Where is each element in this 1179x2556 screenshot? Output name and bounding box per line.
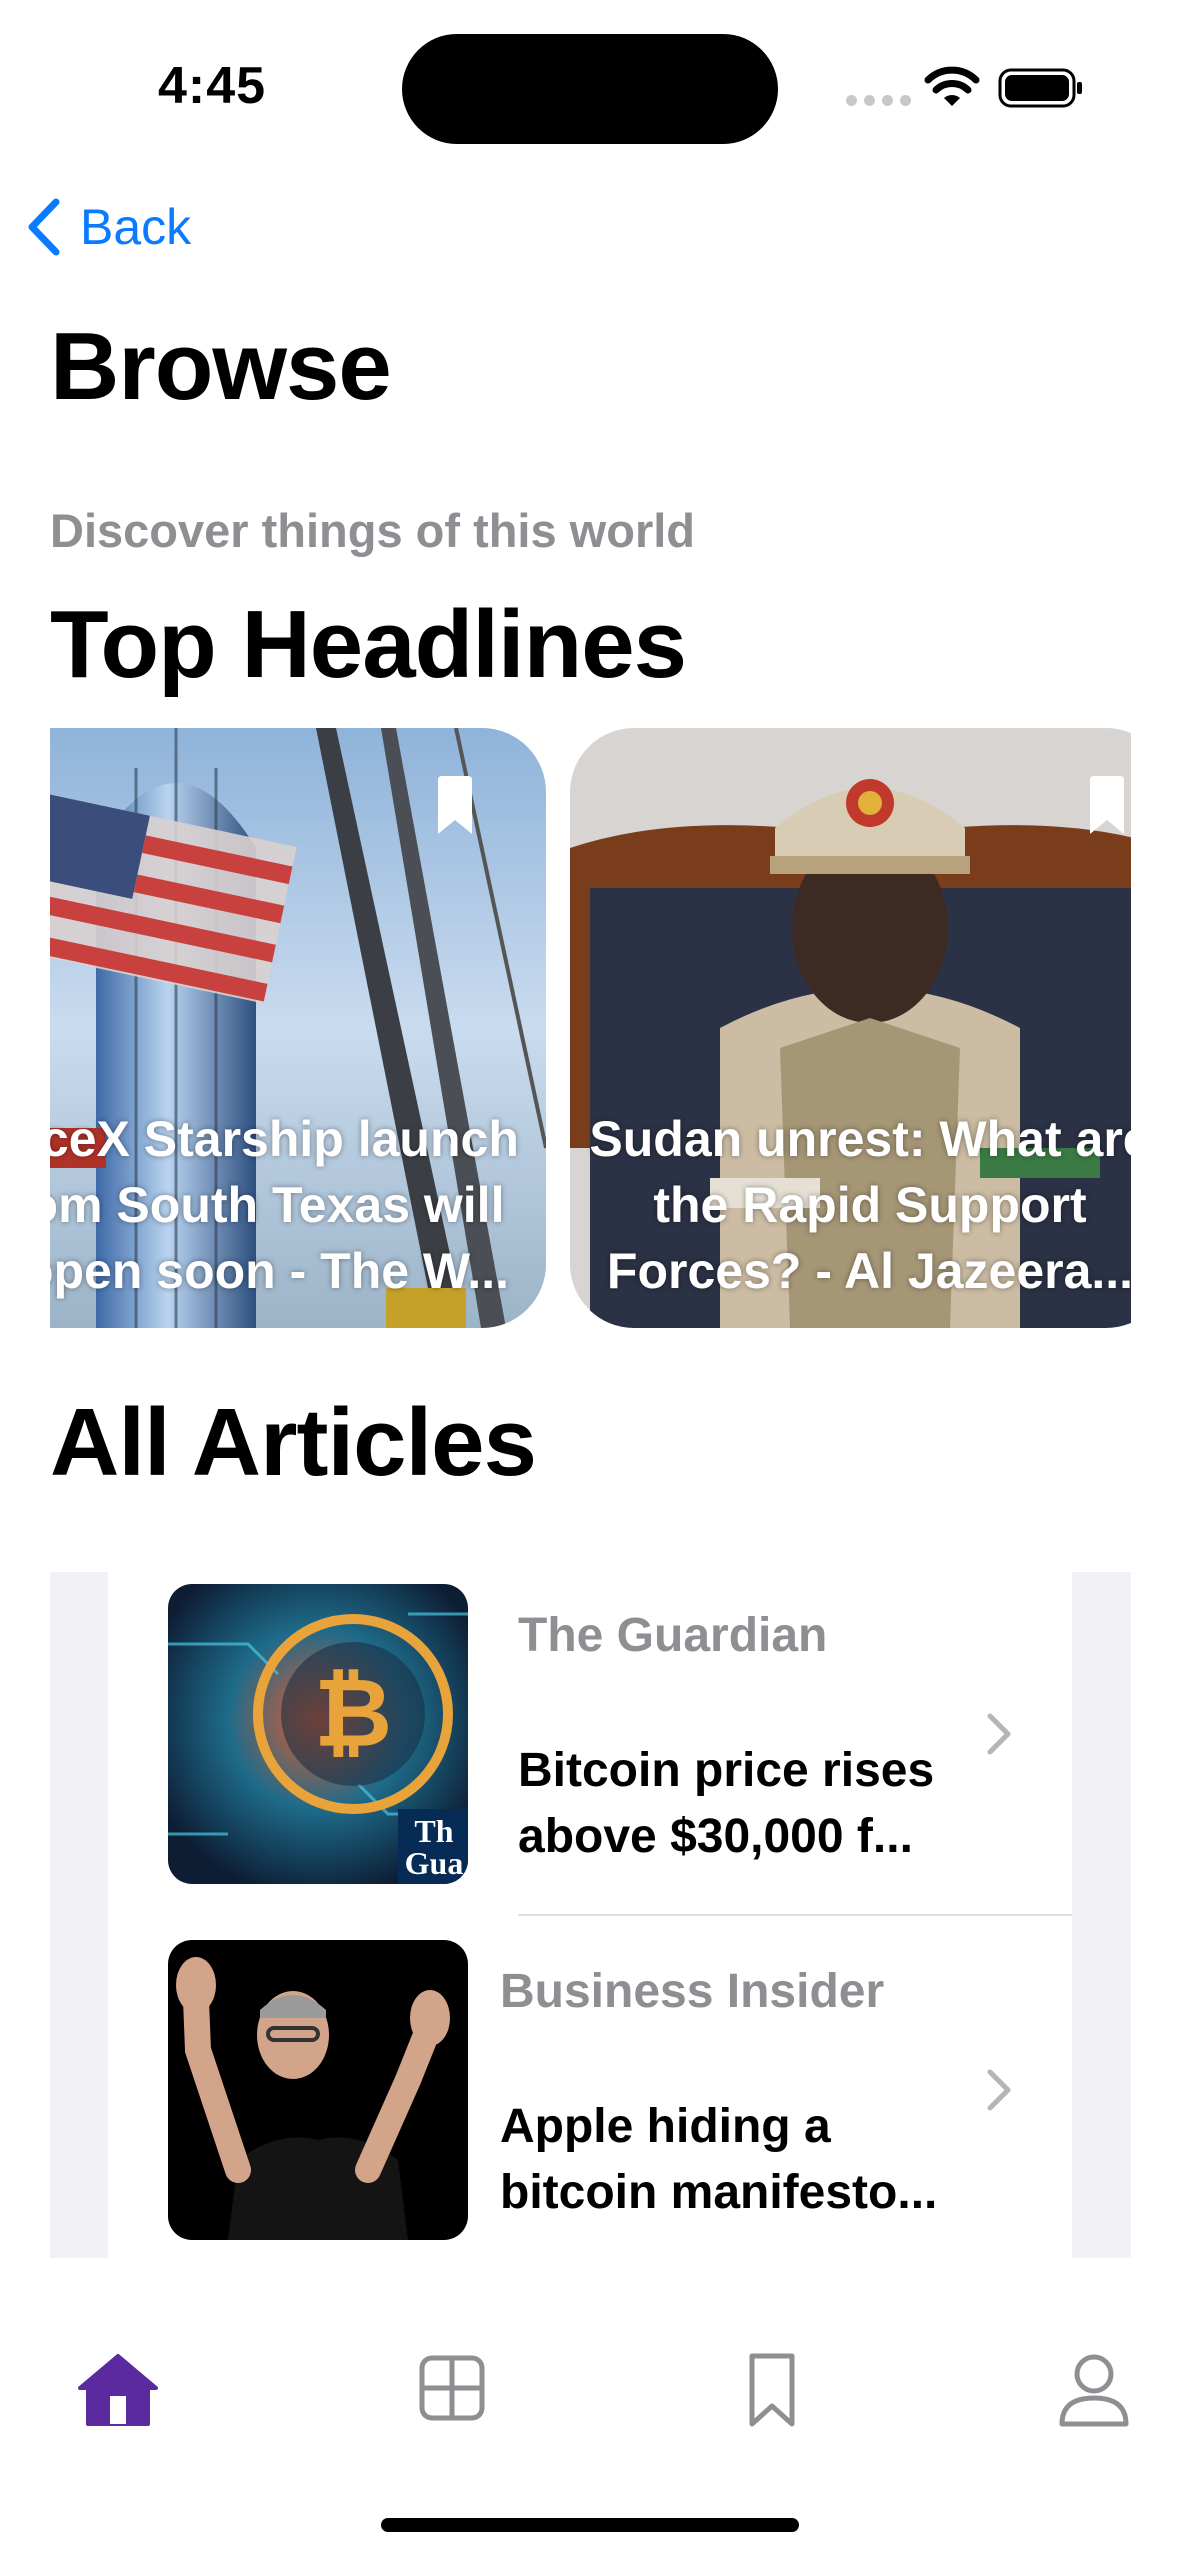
bookmark-icon[interactable] xyxy=(730,2350,814,2428)
status-time: 4:45 xyxy=(158,57,267,115)
headlines-carousel[interactable]: aceX Starship launch om South Texas will… xyxy=(50,728,1131,1328)
dynamic-island xyxy=(402,34,778,144)
page-subtitle: Discover things of this world xyxy=(50,504,696,557)
headline-caption: Sudan unrest: What are the Rapid Support… xyxy=(589,1111,1131,1299)
chevron-right-icon xyxy=(987,2069,1011,2111)
top-headlines-heading: Top Headlines xyxy=(50,591,687,698)
articles-list[interactable]: ₿ Th Gua The Guardian Bitcoin price rise… xyxy=(50,1572,1131,2258)
article-title: Apple hiding a bitcoin manifesto... xyxy=(500,2100,938,2219)
grid-icon[interactable] xyxy=(410,2350,494,2428)
list-divider xyxy=(518,1914,1072,1916)
all-articles-heading: All Articles xyxy=(50,1389,537,1496)
cellular-signal-icon xyxy=(846,95,911,106)
back-button[interactable]: Back xyxy=(24,196,191,258)
article-row[interactable]: ₿ Th Gua The Guardian Bitcoin price rise… xyxy=(108,1572,1072,1884)
svg-text:Gua: Gua xyxy=(405,1845,464,1881)
home-indicator xyxy=(381,2518,799,2532)
headline-card[interactable]: Sudan unrest: What are the Rapid Support… xyxy=(570,728,1131,1328)
home-icon[interactable] xyxy=(76,2350,160,2428)
article-thumbnail: ₿ Th Gua xyxy=(168,1584,468,1884)
article-source: The Guardian xyxy=(518,1609,828,1662)
wifi-icon xyxy=(924,66,980,106)
profile-icon[interactable] xyxy=(1052,2350,1136,2428)
svg-text:₿: ₿ xyxy=(314,1660,392,1767)
tab-bar xyxy=(0,2258,1179,2556)
chevron-left-icon xyxy=(28,198,60,256)
bookmark-icon[interactable] xyxy=(1088,776,1126,836)
chevron-right-icon xyxy=(987,1713,1011,1755)
articles-list-card: ₿ Th Gua The Guardian Bitcoin price rise… xyxy=(108,1572,1072,2258)
article-source: Business Insider xyxy=(500,1965,885,2018)
status-bar: 4:45 xyxy=(0,0,1179,170)
bookmark-icon[interactable] xyxy=(436,776,474,836)
page-title: Browse xyxy=(50,313,392,420)
back-label: Back xyxy=(80,199,192,255)
article-thumbnail xyxy=(168,1940,468,2240)
headline-caption: aceX Starship launch om South Texas will… xyxy=(50,1111,519,1299)
article-title: Bitcoin price rises above $30,000 f... xyxy=(518,1744,935,1863)
headline-card[interactable]: aceX Starship launch om South Texas will… xyxy=(50,728,546,1328)
article-row[interactable]: Business Insider Apple hiding a bitcoin … xyxy=(108,1940,1072,2240)
battery-icon xyxy=(998,68,1082,108)
svg-text:Th: Th xyxy=(414,1813,453,1849)
